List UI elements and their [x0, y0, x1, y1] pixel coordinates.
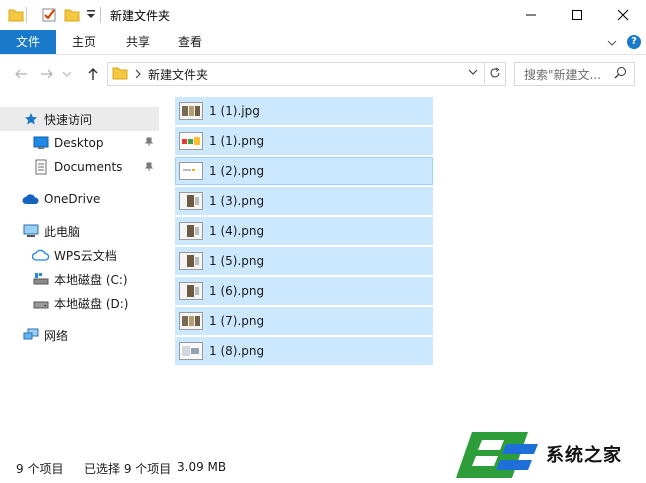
maximize-button[interactable]: [554, 0, 600, 30]
status-item-count: 9 个项目: [16, 462, 64, 476]
desktop-icon: [32, 135, 50, 151]
close-icon: [617, 9, 629, 21]
nav-network-label: 网络: [44, 328, 69, 343]
file-row[interactable]: 1 (2).png: [175, 157, 433, 185]
refresh-icon: [490, 67, 500, 78]
customize-toolbar-icon[interactable]: [86, 9, 96, 24]
pin-icon[interactable]: [144, 162, 154, 175]
watermark-logo-icon: [454, 424, 544, 483]
title-separator-2: [100, 7, 101, 23]
file-row[interactable]: 1 (1).png: [175, 127, 433, 155]
image-thumbnail-icon: [179, 102, 203, 120]
status-selected: 已选择 9 个项目: [84, 462, 172, 476]
breadcrumb-chevron-icon[interactable]: [134, 68, 142, 82]
search-icon[interactable]: [614, 66, 627, 82]
image-thumbnail-icon: [179, 312, 203, 330]
documents-icon: [32, 159, 50, 175]
nav-this-pc[interactable]: 此电脑: [22, 220, 80, 242]
image-thumbnail-icon: [179, 192, 203, 210]
nav-disk-c[interactable]: 本地磁盘 (C:): [32, 268, 128, 290]
pane-divider[interactable]: [159, 93, 160, 450]
nav-network[interactable]: 网络: [22, 324, 68, 346]
cloud-icon: [22, 191, 40, 207]
address-dropdown-icon[interactable]: [467, 66, 479, 81]
nav-disk-d-label: 本地磁盘 (D:): [54, 296, 129, 311]
title-separator: [26, 7, 27, 23]
computer-icon: [22, 223, 40, 239]
minimize-icon: [526, 14, 536, 16]
folder-icon: [8, 7, 24, 26]
nav-disk-c-label: 本地磁盘 (C:): [54, 272, 128, 287]
nav-disk-d[interactable]: 本地磁盘 (D:): [32, 292, 128, 314]
nav-quick-access-label: 快速访问: [44, 112, 93, 127]
tab-share[interactable]: 共享: [116, 30, 160, 54]
up-arrow-icon: [88, 68, 98, 80]
image-thumbnail-icon: [179, 162, 203, 180]
star-icon: [22, 111, 40, 127]
tab-home[interactable]: 主页: [62, 30, 106, 54]
nav-onedrive-label: OneDrive: [44, 192, 101, 206]
file-row[interactable]: 1 (7).png: [175, 307, 433, 335]
forward-arrow-icon: [41, 69, 53, 79]
tab-view[interactable]: 查看: [168, 30, 212, 54]
nav-desktop[interactable]: Desktop: [32, 132, 104, 154]
file-row[interactable]: 1 (8).png: [175, 337, 433, 365]
tab-file[interactable]: 文件: [0, 30, 56, 54]
file-row[interactable]: 1 (6).png: [175, 277, 433, 305]
file-name: 1 (3).png: [209, 194, 265, 208]
maximize-icon: [572, 10, 582, 20]
image-thumbnail-icon: [179, 342, 203, 360]
file-row[interactable]: 1 (5).png: [175, 247, 433, 275]
new-folder-icon[interactable]: [64, 7, 80, 26]
watermark-text: 系统之家: [546, 445, 622, 466]
nav-quick-access[interactable]: 快速访问: [22, 108, 92, 130]
address-path: 新建文件夹: [148, 68, 209, 82]
nav-documents[interactable]: Documents: [32, 156, 122, 178]
nav-wps[interactable]: WPS云文档: [32, 244, 117, 266]
nav-this-pc-label: 此电脑: [44, 224, 81, 239]
expand-ribbon-icon[interactable]: [606, 37, 618, 51]
file-name: 1 (1).jpg: [209, 104, 260, 118]
file-name: 1 (4).png: [209, 224, 265, 238]
search-input[interactable]: 搜索"新建文...: [524, 66, 601, 83]
file-name: 1 (6).png: [209, 284, 265, 298]
refresh-button[interactable]: [484, 62, 505, 84]
nav-onedrive[interactable]: OneDrive: [22, 188, 100, 210]
properties-icon[interactable]: [41, 7, 57, 26]
wps-cloud-icon: [32, 247, 50, 263]
chevron-down-icon: [62, 71, 72, 77]
file-name: 1 (8).png: [209, 344, 265, 358]
up-button[interactable]: [82, 64, 104, 84]
file-row[interactable]: 1 (1).jpg: [175, 97, 433, 125]
back-button[interactable]: [10, 64, 32, 84]
nav-documents-label: Documents: [54, 160, 123, 174]
back-arrow-icon: [15, 69, 27, 79]
recent-locations-button[interactable]: [60, 64, 74, 84]
nav-wps-label: WPS云文档: [54, 248, 117, 263]
file-name: 1 (1).png: [209, 134, 265, 148]
address-folder-icon: [112, 65, 128, 84]
window-title: 新建文件夹: [110, 9, 171, 23]
image-thumbnail-icon: [179, 252, 203, 270]
pin-icon[interactable]: [144, 137, 154, 150]
drive-d-icon: [32, 295, 50, 311]
image-thumbnail-icon: [179, 222, 203, 240]
forward-button[interactable]: [36, 64, 58, 84]
help-icon[interactable]: ?: [627, 35, 641, 49]
network-icon: [22, 327, 40, 343]
close-button[interactable]: [600, 0, 646, 30]
minimize-button[interactable]: [508, 0, 554, 30]
file-name: 1 (2).png: [209, 164, 265, 178]
file-name: 1 (7).png: [209, 314, 265, 328]
nav-desktop-label: Desktop: [54, 136, 104, 150]
file-name: 1 (5).png: [209, 254, 265, 268]
file-row[interactable]: 1 (3).png: [175, 187, 433, 215]
image-thumbnail-icon: [179, 282, 203, 300]
drive-c-icon: [32, 271, 50, 287]
status-size: 3.09 MB: [177, 460, 227, 474]
image-thumbnail-icon: [179, 132, 203, 150]
file-row[interactable]: 1 (4).png: [175, 217, 433, 245]
